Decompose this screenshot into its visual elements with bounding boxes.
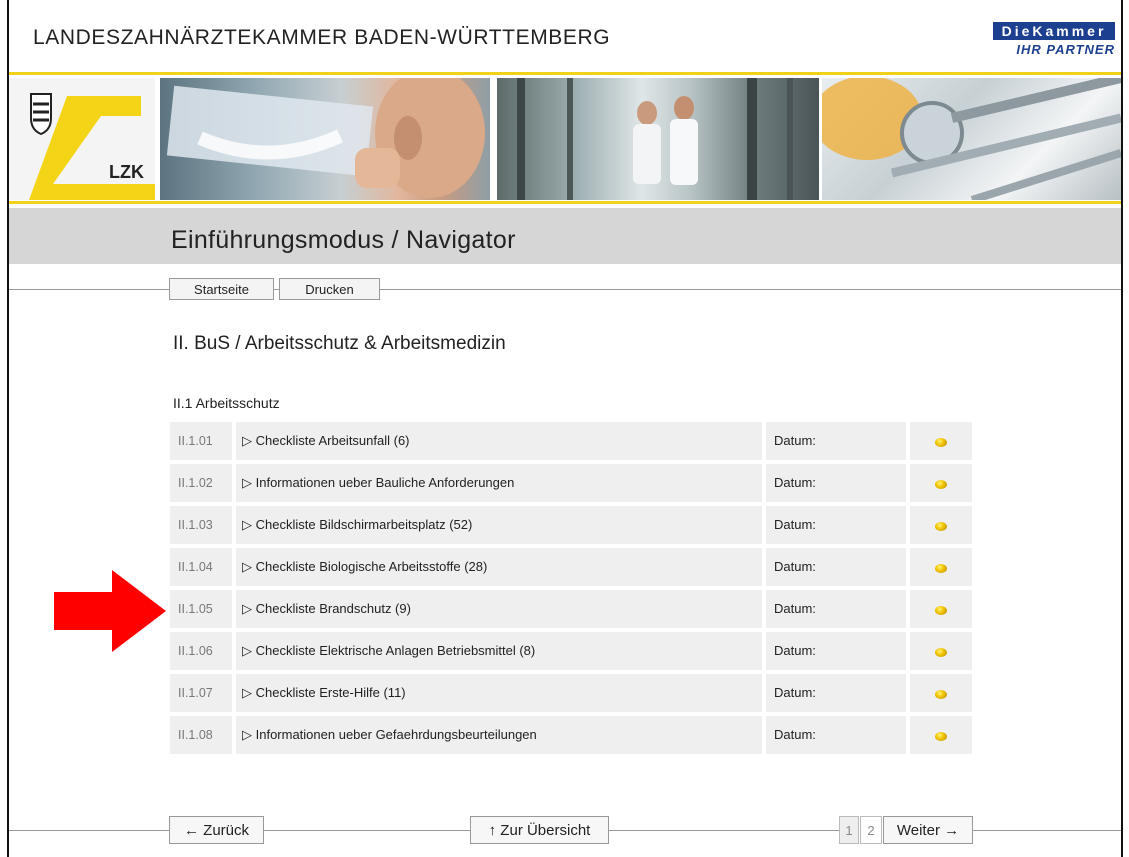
footer-line-2 (264, 830, 470, 831)
lzk-logo: LZK (9, 78, 155, 200)
subsection-title: II.1 Arbeitsschutz (173, 395, 280, 411)
footer-line-1 (9, 830, 169, 831)
row-title-link[interactable]: ▷ Checkliste Arbeitsunfall (6) (236, 422, 762, 460)
title-band: Einführungsmodus / Navigator (9, 208, 1121, 264)
row-status (910, 422, 972, 460)
page-title: Einführungsmodus / Navigator (171, 226, 516, 254)
row-number: II.1.06 (170, 632, 232, 670)
row-number: II.1.04 (170, 548, 232, 586)
die-kammer-logo-text: DieKammer (993, 22, 1115, 40)
drucken-button[interactable]: Drucken (279, 278, 380, 300)
row-date: Datum: (766, 674, 906, 712)
table-row[interactable]: II.1.03 ▷ Checkliste Bildschirmarbeitspl… (170, 506, 972, 544)
toolbar-line-left (9, 289, 169, 290)
table-row[interactable]: II.1.01 ▷ Checkliste Arbeitsunfall (6) D… (170, 422, 972, 460)
dental-tools-photo (822, 78, 1121, 200)
footer-line-4 (973, 830, 1121, 831)
yellow-divider-bottom (9, 201, 1121, 204)
top-bar: LANDESZAHNÄRZTEKAMMER BADEN-WÜRTTEMBERG … (9, 0, 1121, 72)
die-kammer-logo: DieKammer IHR PARTNER (975, 22, 1115, 58)
row-number: II.1.01 (170, 422, 232, 460)
row-title-link[interactable]: ▷ Checkliste Brandschutz (9) (236, 590, 762, 628)
table-row[interactable]: II.1.08 ▷ Informationen ueber Gefaehrdun… (170, 716, 972, 754)
row-date: Datum: (766, 506, 906, 544)
page-2-link[interactable]: 2 (860, 816, 882, 844)
table-row[interactable]: II.1.02 ▷ Informationen ueber Bauliche A… (170, 464, 972, 502)
hallway-photo (497, 78, 819, 200)
row-title-link[interactable]: ▷ Checkliste Elektrische Anlagen Betrieb… (236, 632, 762, 670)
row-date: Datum: (766, 422, 906, 460)
startseite-button[interactable]: Startseite (169, 278, 274, 300)
row-status (910, 506, 972, 544)
table-row[interactable]: II.1.04 ▷ Checkliste Biologische Arbeits… (170, 548, 972, 586)
row-date: Datum: (766, 464, 906, 502)
row-number: II.1.07 (170, 674, 232, 712)
row-date: Datum: (766, 632, 906, 670)
back-button[interactable]: ← Zurück (169, 816, 264, 844)
row-date: Datum: (766, 716, 906, 754)
status-dot-icon (935, 648, 947, 657)
row-title-link[interactable]: ▷ Informationen ueber Gefaehrdungsbeurte… (236, 716, 762, 754)
section-title: II. BuS / Arbeitsschutz & Arbeitsmedizin (173, 333, 506, 354)
row-status (910, 632, 972, 670)
org-title: LANDESZAHNÄRZTEKAMMER BADEN-WÜRTTEMBERG (33, 26, 611, 49)
status-dot-icon (935, 564, 947, 573)
table-row[interactable]: II.1.06 ▷ Checkliste Elektrische Anlagen… (170, 632, 972, 670)
next-button[interactable]: Weiter → (883, 816, 973, 844)
row-status (910, 548, 972, 586)
row-status (910, 464, 972, 502)
ihr-partner-text: IHR PARTNER (1016, 42, 1115, 57)
xray-photo (160, 78, 490, 200)
toolbar-line-right (380, 289, 1121, 290)
row-status (910, 716, 972, 754)
row-title-link[interactable]: ▷ Informationen ueber Bauliche Anforderu… (236, 464, 762, 502)
row-number: II.1.05 (170, 590, 232, 628)
lzk-label: LZK (109, 162, 144, 182)
status-dot-icon (935, 522, 947, 531)
table-row[interactable]: II.1.05 ▷ Checkliste Brandschutz (9) Dat… (170, 590, 972, 628)
status-dot-icon (935, 480, 947, 489)
row-number: II.1.03 (170, 506, 232, 544)
red-arrow-icon (54, 570, 166, 652)
yellow-divider-top (9, 72, 1121, 75)
row-status (910, 674, 972, 712)
row-date: Datum: (766, 548, 906, 586)
status-dot-icon (935, 438, 947, 447)
row-status (910, 590, 972, 628)
row-title-link[interactable]: ▷ Checkliste Erste-Hilfe (11) (236, 674, 762, 712)
status-dot-icon (935, 732, 947, 741)
row-number: II.1.08 (170, 716, 232, 754)
row-number: II.1.02 (170, 464, 232, 502)
row-title-link[interactable]: ▷ Checkliste Bildschirmarbeitsplatz (52) (236, 506, 762, 544)
row-date: Datum: (766, 590, 906, 628)
table-row[interactable]: II.1.07 ▷ Checkliste Erste-Hilfe (11) Da… (170, 674, 972, 712)
footer-line-3 (609, 830, 839, 831)
row-title-link[interactable]: ▷ Checkliste Biologische Arbeitsstoffe (… (236, 548, 762, 586)
status-dot-icon (935, 690, 947, 699)
page-1-indicator[interactable]: 1 (839, 816, 859, 844)
status-dot-icon (935, 606, 947, 615)
overview-button[interactable]: ↑ Zur Übersicht (470, 816, 609, 844)
